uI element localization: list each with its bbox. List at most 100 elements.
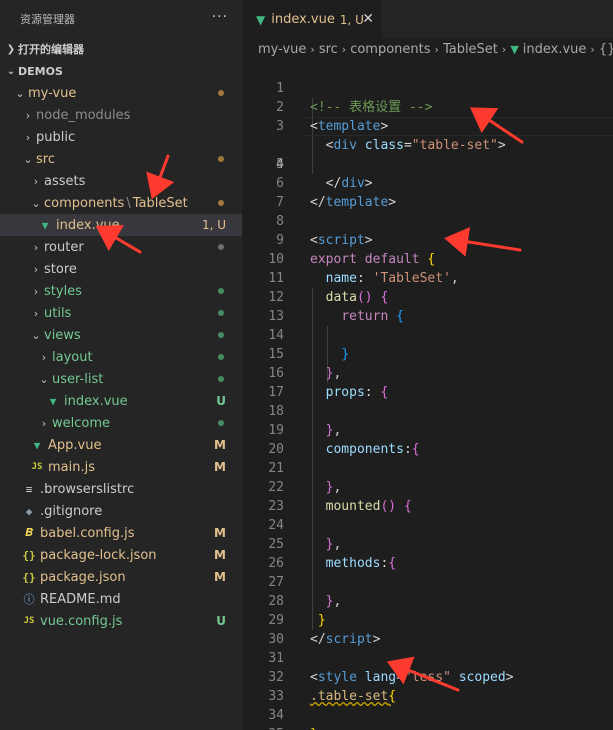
- code-line: 11 data() {: [242, 250, 613, 305]
- breadcrumb-item[interactable]: index.vue: [523, 42, 587, 57]
- vue-file-icon: ▼: [510, 42, 519, 56]
- untracked-dot: [218, 310, 224, 316]
- status-dot: [218, 244, 224, 250]
- code-line: 9 export default {: [242, 212, 613, 267]
- tree-file-browserslistrc[interactable]: ≡ .browserslistrc: [0, 478, 242, 500]
- tree-file-gitignore[interactable]: ◆ .gitignore: [0, 500, 242, 522]
- chevron-right-icon: ›: [25, 108, 31, 122]
- untracked-dot: [218, 332, 224, 338]
- tree-folder-public[interactable]: › public: [0, 126, 242, 148]
- tree-label: my-vue: [28, 85, 77, 101]
- tree-label: package-lock.json: [40, 547, 157, 563]
- tree-label: layout: [52, 349, 93, 365]
- tree-folder-user-list[interactable]: ⌄ user-list: [0, 368, 242, 390]
- breadcrumb-item[interactable]: my-vue: [258, 42, 306, 57]
- chevron-right-icon: ›: [33, 240, 39, 254]
- modified-badge: M: [214, 548, 226, 562]
- modified-badge: M: [214, 460, 226, 474]
- code-line: 17: [242, 364, 613, 400]
- path-separator: \: [126, 195, 131, 211]
- project-section[interactable]: ⌄ DEMOS: [0, 60, 242, 82]
- tree-folder-welcome[interactable]: › welcome: [0, 412, 242, 434]
- chevron-down-icon: ⌄: [31, 196, 41, 210]
- tab-badge: 1, U: [339, 12, 364, 27]
- config-file-icon: ≡: [25, 482, 33, 496]
- explorer-title-text: 资源管理器: [20, 13, 75, 26]
- code-line: 22 mounted() {: [242, 459, 613, 514]
- tree-file-package-json[interactable]: {} package.json M: [0, 566, 242, 588]
- vue-file-icon: ▼: [33, 438, 41, 452]
- vue-file-icon: ▼: [256, 12, 266, 27]
- chevron-down-icon: ⌄: [39, 372, 49, 386]
- code-line: 32 .table-set{: [242, 649, 613, 704]
- chevron-right-icon: ›: [501, 42, 507, 56]
- chevron-right-icon: ›: [41, 350, 47, 364]
- tree-folder-router[interactable]: › router: [0, 236, 242, 258]
- tree-file-main-js[interactable]: JS main.js M: [0, 456, 242, 478]
- more-actions-icon[interactable]: ···: [212, 9, 228, 25]
- tree-file-app-vue[interactable]: ▼ App.vue M: [0, 434, 242, 456]
- tree-label: App.vue: [48, 437, 102, 453]
- code-line: 21 },: [242, 440, 613, 495]
- code-line: 8 <script>: [242, 193, 613, 248]
- chevron-down-icon: ⌄: [6, 65, 16, 77]
- tree-folder-my-vue[interactable]: ⌄ my-vue: [0, 82, 242, 104]
- code-line: 35 </style>: [242, 706, 613, 730]
- current-line-highlight: [302, 117, 613, 136]
- tree-folder-utils[interactable]: › utils: [0, 302, 242, 324]
- tree-folder-src[interactable]: ⌄ src: [0, 148, 242, 170]
- tree-label: utils: [44, 305, 72, 321]
- chevron-right-icon: ›: [341, 42, 347, 56]
- untracked-dot: [218, 354, 224, 360]
- chevron-right-icon: ›: [33, 284, 39, 298]
- code-line: 34 }: [242, 687, 613, 730]
- code-line: 20: [242, 421, 613, 457]
- tree-file-vue-config[interactable]: JS vue.config.js U: [0, 610, 242, 632]
- tree-file-babel-config[interactable]: 𝑩 babel.config.js M: [0, 522, 242, 544]
- breadcrumb-item[interactable]: src: [319, 42, 338, 57]
- tree-file-index-vue-selected[interactable]: ▼ index.vue 1, U: [0, 214, 242, 236]
- close-icon[interactable]: ✕: [362, 11, 374, 27]
- tree-folder-assets[interactable]: › assets: [0, 170, 242, 192]
- code-editor[interactable]: 1 <!-- 表格设置 --> 2 <template> 3 <div clas…: [242, 60, 613, 730]
- chevron-right-icon: ›: [25, 130, 31, 144]
- chevron-down-icon: ⌄: [15, 86, 25, 100]
- breadcrumb-item[interactable]: {} ": [599, 42, 613, 57]
- info-file-icon: ⓘ: [23, 593, 35, 606]
- tree-file-package-lock[interactable]: {} package-lock.json M: [0, 544, 242, 566]
- json-file-icon: {}: [22, 548, 36, 562]
- tree-label: components: [44, 195, 125, 211]
- code-line: 6 </template>: [242, 155, 613, 210]
- breadcrumb-item[interactable]: TableSet: [443, 42, 498, 57]
- code-line: 18 },: [242, 383, 613, 438]
- chevron-right-icon: ›: [41, 416, 47, 430]
- tree-folder-node-modules[interactable]: › node_modules: [0, 104, 242, 126]
- tree-folder-layout[interactable]: › layout: [0, 346, 242, 368]
- tree-folder-components[interactable]: ⌄ components \ TableSet: [0, 192, 242, 214]
- explorer-title: 资源管理器 ···: [0, 0, 242, 38]
- code-line: 27 },: [242, 554, 613, 609]
- code-line: 31 <style lang="less" scoped>: [242, 630, 613, 685]
- tree-folder-styles[interactable]: › styles: [0, 280, 242, 302]
- tree-label: router: [44, 239, 84, 255]
- chevron-right-icon: ›: [590, 42, 595, 56]
- modified-badge: M: [214, 570, 226, 584]
- code-line: 28 }: [242, 573, 613, 628]
- code-line: 14 }: [242, 307, 613, 362]
- code-line: 33: [242, 668, 613, 704]
- tab-index-vue[interactable]: ▼ index.vue 1, U ✕: [242, 0, 382, 38]
- tree-file-user-list-index-vue[interactable]: ▼ index.vue U: [0, 390, 242, 412]
- open-editors-section[interactable]: ❯ 打开的编辑器: [0, 38, 242, 60]
- modified-dot: [218, 90, 224, 96]
- git-file-icon: ◆: [25, 504, 33, 518]
- tree-label: src: [36, 151, 55, 167]
- tree-file-readme[interactable]: ⓘ README.md: [0, 588, 242, 610]
- tree-folder-store[interactable]: › store: [0, 258, 242, 280]
- chevron-right-icon: ❯: [6, 43, 16, 55]
- breadcrumb-item[interactable]: components: [350, 42, 430, 57]
- code-line: 2 <template>: [242, 79, 613, 134]
- tree-folder-views[interactable]: ⌄ views: [0, 324, 242, 346]
- tree-label: views: [44, 327, 81, 343]
- chevron-down-icon: ⌄: [31, 328, 41, 342]
- vue-file-icon: ▼: [49, 394, 57, 408]
